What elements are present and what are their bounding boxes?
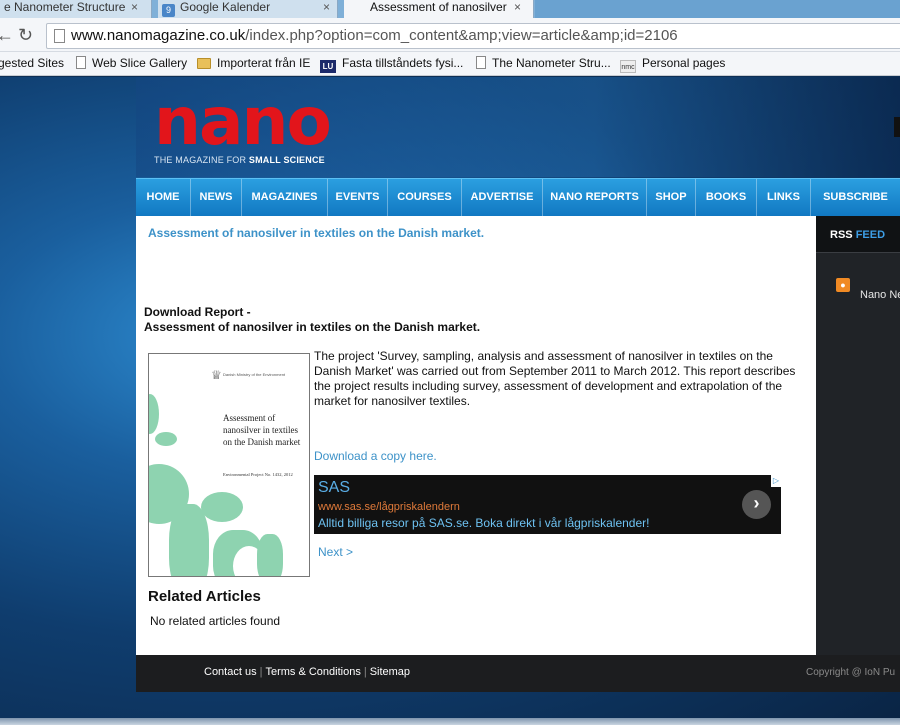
article-title[interactable]: Assessment of nanosilver in textiles on … — [148, 226, 484, 240]
google-calendar-icon: 9 — [162, 4, 175, 17]
report-cover-image[interactable]: ♕ Danish Ministry of the Environment Ass… — [148, 353, 310, 577]
nav-advertise[interactable]: ADVERTISE — [462, 179, 543, 216]
tagline-prefix: THE MAGAZINE FOR — [154, 155, 249, 165]
footer-links: Contact us | Terms & Conditions | Sitemap — [204, 666, 410, 678]
related-articles-heading: Related Articles — [148, 588, 261, 605]
tab-title: Assessment of nanosilver — [370, 0, 507, 14]
nav-books[interactable]: BOOKS — [696, 179, 757, 216]
tab-title: Google Kalender — [180, 0, 271, 14]
nav-nano-reports[interactable]: NANO REPORTS — [543, 179, 647, 216]
site-footer: Contact us | Terms & Conditions | Sitemap Co… — [136, 655, 900, 692]
url-path: /index.php?option=com_content&amp;view=a… — [245, 27, 678, 44]
bookmark-label: Personal pages — [642, 56, 726, 70]
tagline-bold: SMALL SCIENCE — [248, 155, 325, 165]
sponsored-ad[interactable]: SAS www.sas.se/lågpriskalendern Alltid b… — [314, 475, 781, 534]
folder-icon — [197, 58, 211, 69]
bookmark-label: Fasta tillståndets fysi... — [342, 56, 464, 70]
cover-decoration — [257, 534, 283, 576]
next-article-link[interactable]: Next > — [318, 545, 353, 559]
rss-icon[interactable]: ● — [836, 278, 850, 292]
sidebar: RSS FEED ● Nano Ne — [816, 216, 900, 655]
nav-courses[interactable]: COURSES — [388, 179, 462, 216]
bookmark-label: Web Slice Gallery — [92, 56, 188, 70]
browser-tab-bar: e Nanometer Structure × 9 Google Kalender… — [0, 0, 900, 18]
cover-decoration — [149, 394, 159, 434]
download-heading-line2: Assessment of nanosilver in textiles on … — [144, 320, 481, 334]
download-heading-line1: Download Report - — [144, 305, 251, 319]
bookmark-label: gested Sites — [0, 56, 65, 70]
url-host: www.nanomagazine.co.uk — [71, 27, 246, 44]
header-banner-edge — [894, 117, 900, 137]
ad-next-arrow-icon[interactable]: › — [742, 490, 771, 519]
bookmark-nanometer-structure[interactable]: The Nanometer Stru... — [476, 55, 611, 71]
document-icon — [476, 56, 486, 69]
download-heading: Download Report - Assessment of nanosilv… — [144, 305, 480, 335]
article-summary: The project 'Survey, sampling, analysis … — [314, 349, 796, 408]
tab-title: e Nanometer Structure — [4, 0, 126, 14]
nav-links[interactable]: LINKS — [757, 179, 811, 216]
related-articles-empty: No related articles found — [150, 614, 281, 628]
tab-close-icon[interactable]: × — [514, 0, 521, 15]
footer-separator: | — [259, 666, 263, 678]
feed-label: FEED — [855, 229, 886, 241]
tab-close-icon[interactable]: × — [131, 0, 138, 15]
bookmark-fasta-tillstandets[interactable]: LU Fasta tillståndets fysi... — [320, 55, 463, 73]
tab-assessment-nanosilver[interactable]: Assessment of nanosilver × — [344, 0, 534, 18]
cover-decoration — [155, 432, 177, 446]
nav-subscribe[interactable]: SUBSCRIBE — [811, 179, 900, 216]
bookmark-web-slice-gallery[interactable]: Web Slice Gallery — [76, 55, 187, 71]
document-icon — [76, 56, 86, 69]
browser-toolbar: ← ↻ www.nanomagazine.co.uk/index.php?opt… — [0, 18, 900, 52]
nav-events[interactable]: EVENTS — [328, 179, 388, 216]
rss-label: RSS — [830, 229, 853, 241]
cover-ministry: Danish Ministry of the Environment — [223, 372, 286, 377]
rss-feed-item[interactable]: Nano Ne — [860, 289, 900, 301]
tab-google-kalender[interactable]: 9 Google Kalender × — [158, 0, 338, 18]
new-tab-area[interactable] — [535, 0, 900, 18]
logo-wordmark: nano — [154, 83, 332, 160]
rss-feed-header: RSS FEED — [816, 216, 900, 253]
os-taskbar-edge — [0, 718, 900, 725]
bookmark-suggested-sites[interactable]: gested Sites — [0, 55, 64, 71]
page-viewport: nano THE MAGAZINE FOR SMALL SCIENCE HOME… — [0, 77, 900, 725]
adchoices-icon[interactable]: ▷ — [771, 475, 781, 487]
ad-title[interactable]: SAS — [318, 479, 350, 497]
crown-emblem-icon: ♕ — [211, 368, 222, 382]
reload-icon[interactable]: ↻ — [18, 24, 33, 46]
page-icon — [54, 29, 65, 43]
cover-subtitle: Environmental Project No. 1432, 2012 — [223, 472, 293, 477]
footer-separator: | — [363, 666, 367, 678]
nav-magazines[interactable]: MAGAZINES — [242, 179, 328, 216]
rss-feed-title: RSS FEED — [830, 229, 885, 241]
article-content: Assessment of nanosilver in textiles on … — [136, 216, 816, 655]
ad-text[interactable]: Alltid billiga resor på SAS.se. Boka dir… — [318, 516, 650, 530]
tab-close-icon[interactable]: × — [323, 0, 330, 15]
cover-decoration — [169, 504, 209, 576]
download-link[interactable]: Download a copy here. — [314, 449, 437, 463]
bookmark-personal-pages[interactable]: nmc Personal pages — [620, 55, 725, 73]
bookmark-importerat-fran-ie[interactable]: Importerat från IE — [197, 55, 310, 71]
logo-tagline: THE MAGAZINE FOR SMALL SCIENCE — [154, 155, 334, 165]
ad-url[interactable]: www.sas.se/lågpriskalendern — [318, 501, 460, 513]
site-logo[interactable]: nano THE MAGAZINE FOR SMALL SCIENCE — [154, 83, 334, 166]
nav-shop[interactable]: SHOP — [647, 179, 696, 216]
nav-home[interactable]: HOME — [136, 179, 191, 216]
nmc-logo-icon: nmc — [620, 60, 636, 73]
bookmark-label: The Nanometer Stru... — [492, 56, 611, 70]
copyright-text: Copyright @ IoN Pu — [806, 667, 896, 678]
lu-logo-icon: LU — [320, 60, 336, 73]
cover-decoration — [201, 492, 243, 522]
cover-title: Assessment of nanosilver in textiles on … — [223, 413, 301, 447]
back-arrow-icon[interactable]: ← — [0, 24, 14, 46]
footer-sitemap-link[interactable]: Sitemap — [370, 666, 410, 678]
bookmark-label: Importerat från IE — [217, 56, 311, 70]
footer-contact-link[interactable]: Contact us — [204, 666, 257, 678]
bookmarks-bar: gested Sites Web Slice Gallery Importera… — [0, 52, 900, 76]
tab-nanometer-structure[interactable]: e Nanometer Structure × — [0, 0, 152, 18]
footer-terms-link[interactable]: Terms & Conditions — [265, 666, 360, 678]
main-nav: HOME NEWS MAGAZINES EVENTS COURSES ADVER… — [136, 178, 900, 216]
nav-news[interactable]: NEWS — [191, 179, 242, 216]
address-bar[interactable]: www.nanomagazine.co.uk/index.php?option=… — [46, 23, 900, 49]
